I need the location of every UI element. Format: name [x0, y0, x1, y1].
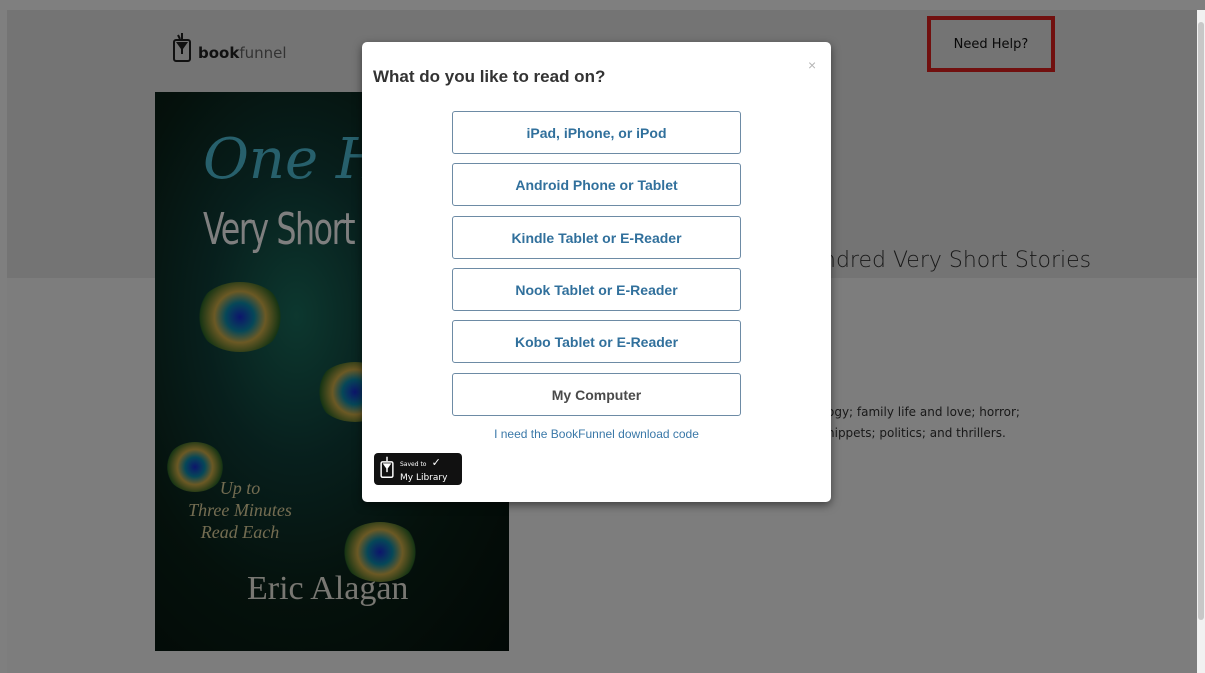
close-icon[interactable]: × [808, 57, 816, 73]
option-kindle-button[interactable]: Kindle Tablet or E-Reader [452, 216, 741, 259]
download-code-link[interactable]: I need the BookFunnel download code [452, 427, 741, 441]
option-android-button[interactable]: Android Phone or Tablet [452, 163, 741, 206]
option-ipad-iphone-ipod-button[interactable]: iPad, iPhone, or iPod [452, 111, 741, 154]
reader-select-modal: What do you like to read on? × iPad, iPh… [362, 42, 831, 502]
option-nook-button[interactable]: Nook Tablet or E-Reader [452, 268, 741, 311]
scrollbar-thumb[interactable] [1198, 22, 1204, 620]
option-kobo-button[interactable]: Kobo Tablet or E-Reader [452, 320, 741, 363]
modal-title: What do you like to read on? [373, 67, 606, 86]
saved-to-my-library-badge[interactable]: Saved to ✓ My Library [374, 453, 462, 485]
checkmark-icon: ✓ [431, 455, 441, 469]
library-badge-text: Saved to ✓ My Library [400, 455, 448, 483]
funnel-logo-icon [379, 456, 395, 483]
option-my-computer-button[interactable]: My Computer [452, 373, 741, 416]
